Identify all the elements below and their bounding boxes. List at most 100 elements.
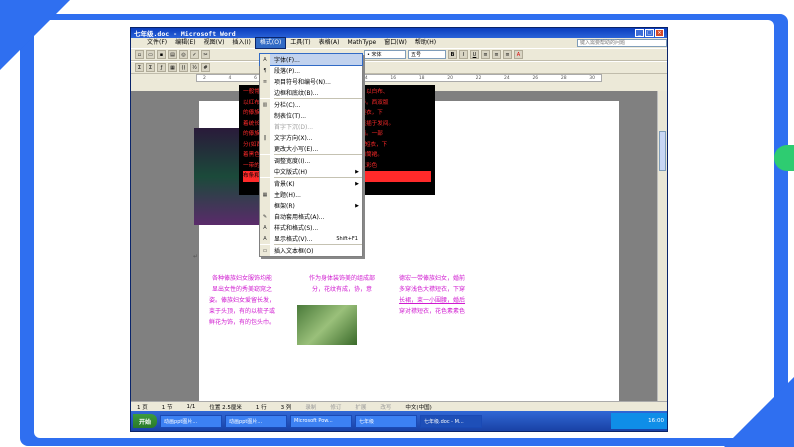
spellcheck-icon[interactable]: ✓ (190, 50, 199, 59)
format-menu-item[interactable]: 中文版式(H) ▶ (260, 166, 362, 177)
menu-edit[interactable]: 编辑(E) (171, 38, 199, 48)
submenu-arrow-icon: ▶ (355, 168, 359, 175)
corner-decoration-top-left (0, 0, 70, 70)
format-menu-item[interactable]: A 样式和格式(S)... (260, 222, 362, 233)
menu-item-icon: A (260, 222, 270, 233)
menu-item-label: 分栏(C)... (274, 102, 301, 109)
text-line: 姿。傣族妇女爱留长发， (208, 297, 275, 304)
sum-icon[interactable]: Σ (135, 63, 144, 72)
text-line: 分，花纹有成，协，意 (311, 286, 372, 293)
align-center-icon[interactable]: ≡ (492, 50, 501, 59)
menu-item-icon: ‖ (260, 132, 270, 143)
cut-icon[interactable]: ✂ (201, 50, 210, 59)
format-menu-item[interactable]: ▭ 插入文本框(O) (260, 245, 362, 256)
save-icon[interactable]: ▪ (157, 50, 166, 59)
format-menu-item[interactable]: 框架(R) ▶ (260, 200, 362, 211)
menu-view[interactable]: 视图(V) (200, 38, 229, 48)
font-size-dropdown[interactable]: 五号 (408, 50, 446, 59)
format-menu-item[interactable]: 调整宽度(I)... (260, 155, 362, 166)
menu-item-icon: ✎ (260, 211, 270, 222)
format-menu-item[interactable]: 制表位(T)... (260, 110, 362, 121)
menu-insert[interactable]: 插入(I) (228, 38, 254, 48)
menu-item-label: 自动套用格式(A)... (274, 214, 325, 221)
format-menu-item[interactable]: 更改大小写(E)... (260, 143, 362, 154)
menu-item-icon (260, 200, 270, 211)
menu-item-label: 背景(K) (274, 181, 295, 188)
menu-item-icon: A (260, 233, 270, 244)
word-window: 七年级.doc - Microsoft Word _ □ × 文件(F) 编辑(… (130, 27, 668, 432)
maximize-button[interactable]: □ (645, 29, 654, 37)
menu-item-icon (260, 121, 270, 132)
bracket-icon[interactable]: () (179, 63, 188, 72)
corner-decoration-bottom-right (724, 377, 794, 447)
print-icon[interactable]: ▤ (168, 50, 177, 59)
preview-icon[interactable]: ◎ (179, 50, 188, 59)
menu-format[interactable]: 格式(O) (254, 37, 287, 49)
bold-button[interactable]: B (448, 50, 457, 59)
format-menu-item[interactable]: 背景(K) ▶ (260, 178, 362, 189)
align-right-icon[interactable]: ≡ (503, 50, 512, 59)
close-button[interactable]: × (655, 29, 664, 37)
formula-icon[interactable]: ƒ (157, 63, 166, 72)
taskbar: 开始 动画ppt图片... 动画ppt图片... Microsoft Pow..… (131, 411, 667, 431)
italic-button[interactable]: I (459, 50, 468, 59)
taskbar-item[interactable]: 动画ppt图片... (160, 414, 223, 428)
menu-help[interactable]: 帮助(H) (411, 38, 440, 48)
open-folder-icon[interactable]: ▭ (146, 50, 155, 59)
menu-item-icon (260, 87, 270, 98)
format-menu-item[interactable]: ≡ 项目符号和编号(N)... (260, 76, 362, 87)
horizontal-ruler[interactable]: 24681012141618202224262830 (196, 74, 602, 82)
menu-item-icon: ▭ (260, 245, 270, 256)
menu-table[interactable]: 表格(A) (315, 38, 344, 48)
scrollbar-thumb[interactable] (659, 131, 666, 171)
menu-tools[interactable]: 工具(T) (286, 38, 314, 48)
align-left-icon[interactable]: ≡ (481, 50, 490, 59)
status-ext[interactable]: 扩展 (355, 403, 366, 411)
status-section: 1 节 (161, 404, 173, 411)
status-rev[interactable]: 修订 (330, 403, 341, 411)
status-line: 1 行 (255, 404, 267, 411)
format-dropdown-menu: A 字体(F)... ¶ 段落(P)... ≡ 项目符号和编号(N)... 边框和底纹(B)… (259, 53, 363, 257)
fraction-icon[interactable]: ½ (190, 63, 199, 72)
format-menu-item[interactable]: ‖ 文字方向(X)... (260, 132, 362, 143)
menu-item-label: 框架(R) (274, 203, 295, 210)
taskbar-item[interactable]: 七年级 (355, 414, 418, 428)
format-menu-item[interactable]: ▥ 分栏(C)... (260, 99, 362, 110)
status-position: 位置 2.5厘米 (209, 404, 242, 411)
format-menu-item[interactable]: ¶ 段落(P)... (260, 65, 362, 76)
minimize-button[interactable]: _ (635, 29, 644, 37)
status-ovr[interactable]: 改写 (380, 403, 391, 411)
menu-mathtype[interactable]: MathType (343, 38, 380, 48)
vertical-scrollbar[interactable] (657, 91, 667, 412)
menu-window[interactable]: 窗口(W) (380, 38, 411, 48)
menu-item-icon (260, 166, 270, 177)
text-column-2: 作为身体装饰美的组成部 分，花纹有成，协，意 (297, 273, 387, 295)
symbol-icon[interactable]: # (201, 63, 210, 72)
sum-icon-2[interactable]: Σ (146, 63, 155, 72)
format-menu-item[interactable]: ✎ 自动套用格式(A)... (260, 211, 362, 222)
new-document-icon[interactable]: ▫ (135, 50, 144, 59)
start-button[interactable]: 开始 (133, 414, 158, 428)
format-menu-item[interactable]: ▦ 主题(H)... (260, 189, 362, 200)
submenu-arrow-icon: ▶ (355, 202, 359, 209)
taskbar-item[interactable]: Microsoft Pow... (290, 414, 353, 428)
taskbar-item[interactable]: 动画ppt图片... (225, 414, 288, 428)
title-bar: 七年级.doc - Microsoft Word _ □ × (131, 28, 667, 38)
format-menu-item[interactable]: 边框和底纹(B)... (260, 87, 362, 98)
format-menu-item[interactable]: A 显示格式(V)... Shift+F1 (260, 233, 362, 244)
side-tab-icon[interactable] (774, 145, 794, 171)
menu-item-icon (260, 155, 270, 166)
underline-button[interactable]: U (470, 50, 479, 59)
table-insert-icon[interactable]: ▦ (168, 63, 177, 72)
help-search-input[interactable]: 键入需要帮助的问题 (577, 39, 667, 47)
font-name-dropdown[interactable]: • 宋体 (364, 50, 406, 59)
format-menu-item[interactable]: A 字体(F)... (259, 53, 363, 66)
menu-file[interactable]: 文件(F) (143, 38, 171, 48)
status-rec[interactable]: 录制 (305, 403, 316, 411)
text-line: 长裙，束一小围腰，婚后 (399, 297, 466, 304)
menu-item-label: 制表位(T)... (274, 113, 307, 120)
taskbar-item-active[interactable]: 七年级.doc - M... (420, 414, 483, 428)
text-line: 德宏一带傣族妇女，婚前 (399, 275, 466, 282)
font-color-icon[interactable]: A (514, 50, 523, 59)
menu-item-shortcut: Shift+F1 (336, 235, 358, 242)
